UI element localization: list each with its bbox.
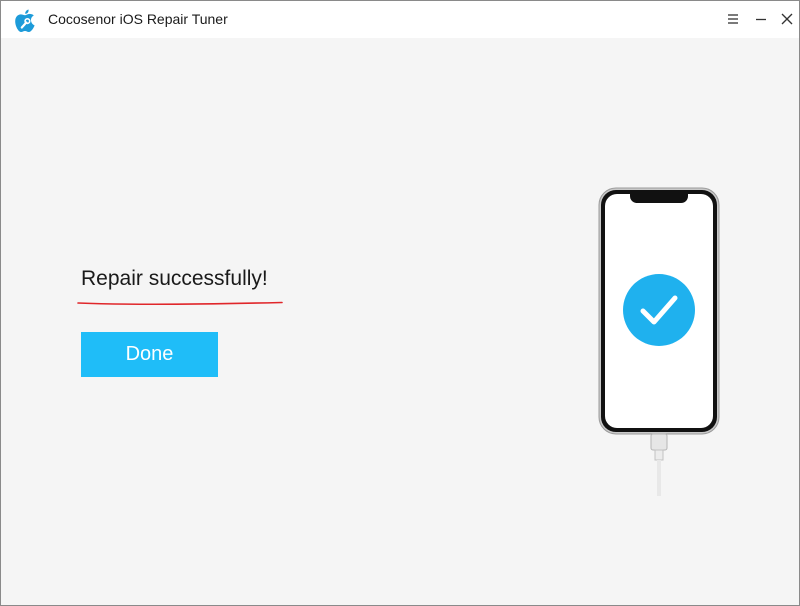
title-bar[interactable]: Cocosenor iOS Repair Tuner	[1, 1, 799, 38]
status-underline	[77, 295, 283, 306]
main-content: Repair successfully! Done	[1, 38, 799, 605]
app-window: Cocosenor iOS Repair Tuner Repair succes…	[0, 0, 800, 606]
done-button[interactable]: Done	[81, 332, 218, 377]
phone-check-icon	[597, 186, 721, 496]
menu-icon[interactable]	[723, 9, 743, 29]
minimize-icon[interactable]	[751, 9, 771, 29]
window-title: Cocosenor iOS Repair Tuner	[48, 11, 228, 27]
apple-wrench-logo-icon	[11, 7, 39, 35]
repair-status-text: Repair successfully!	[81, 267, 268, 290]
close-icon[interactable]	[777, 9, 797, 29]
